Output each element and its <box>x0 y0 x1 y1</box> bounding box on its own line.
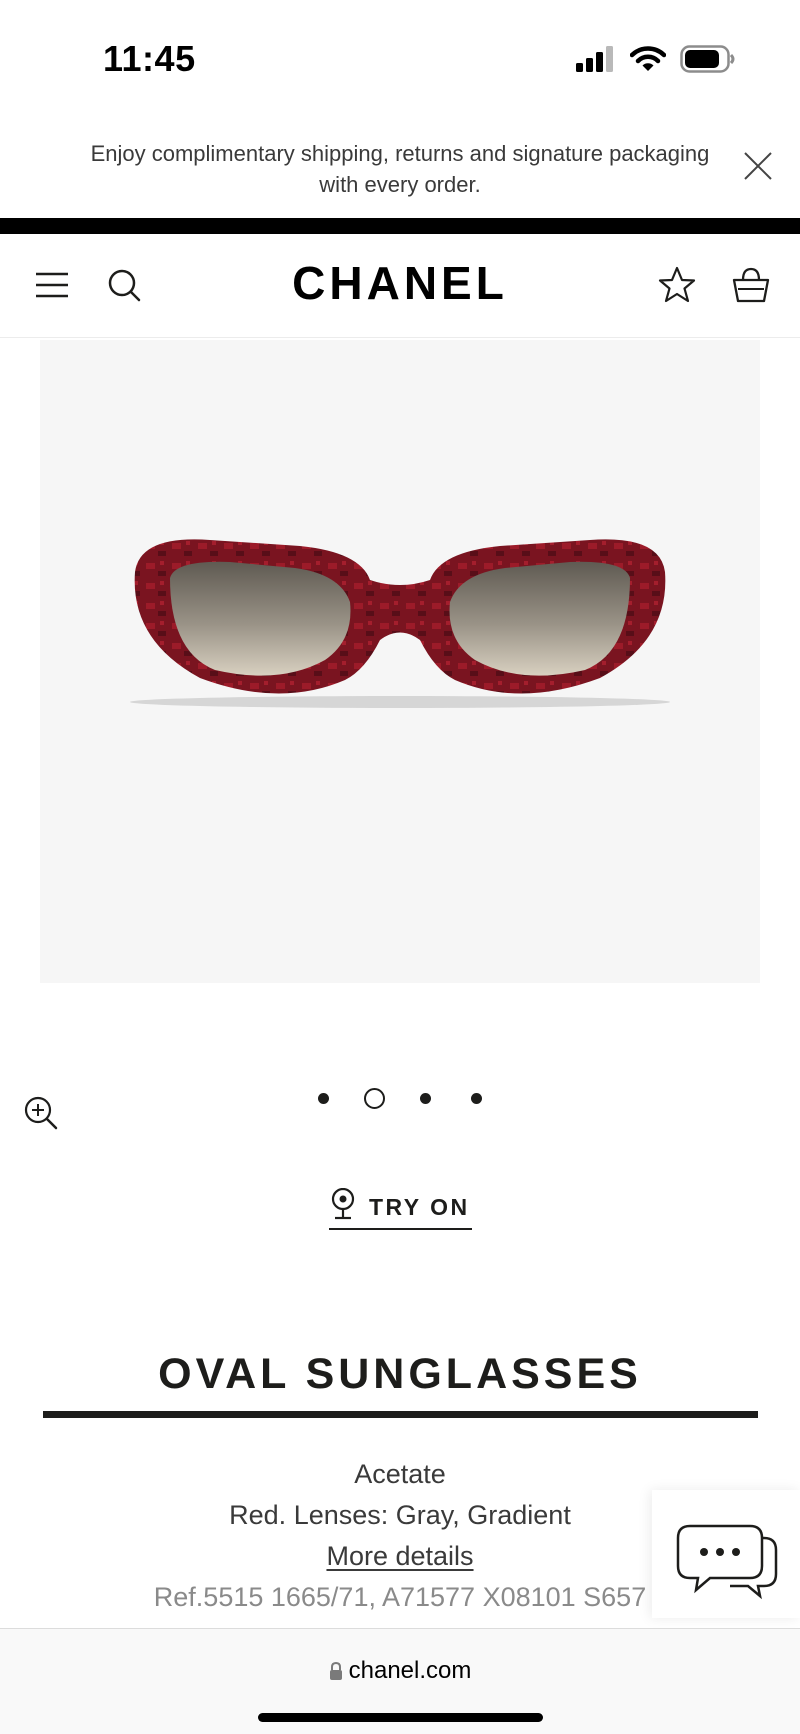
more-details-link[interactable]: More details <box>326 1541 473 1571</box>
battery-icon <box>680 45 735 73</box>
carousel-dot-2[interactable] <box>364 1088 385 1109</box>
lock-icon <box>329 1661 342 1680</box>
wishlist-star-icon[interactable] <box>656 264 698 306</box>
shopping-bag-icon[interactable] <box>730 264 772 306</box>
status-time: 11:45 <box>103 38 196 79</box>
carousel-dot-4[interactable] <box>471 1093 482 1104</box>
promo-text-line2: with every order. <box>319 172 481 197</box>
product-title: OVAL SUNGLASSES <box>158 1350 642 1398</box>
try-on-label: TRY ON <box>369 1194 470 1220</box>
close-icon[interactable] <box>740 148 776 184</box>
sunglasses-illustration <box>130 539 670 708</box>
status-icons <box>576 44 736 74</box>
cellular-signal-icon <box>576 46 613 72</box>
browser-address-bar: chanel.com <box>0 1628 800 1734</box>
title-divider <box>43 1411 758 1418</box>
chat-bubble-icon <box>676 1524 778 1600</box>
black-band-divider <box>0 218 800 234</box>
promo-banner: Enjoy complimentary shipping, returns an… <box>0 128 800 218</box>
url-field[interactable]: chanel.com <box>0 1657 800 1685</box>
carousel-pagination <box>0 1088 800 1110</box>
try-on-button[interactable]: TRY ON <box>329 1188 472 1230</box>
carousel-dot-1[interactable] <box>318 1093 329 1104</box>
home-indicator[interactable] <box>258 1713 543 1722</box>
product-material: Acetate <box>354 1459 446 1489</box>
product-image[interactable] <box>40 340 760 983</box>
carousel-dot-3[interactable] <box>420 1093 431 1104</box>
promo-text: Enjoy complimentary shipping, returns an… <box>60 138 740 200</box>
chat-button[interactable] <box>652 1490 800 1618</box>
status-bar: 11:45 <box>0 0 800 118</box>
site-header: CHANEL <box>0 234 800 338</box>
promo-text-line1: Enjoy complimentary shipping, returns an… <box>90 141 710 166</box>
wifi-icon <box>630 45 666 71</box>
virtual-try-on-icon <box>331 1188 355 1220</box>
url-text: chanel.com <box>348 1657 472 1684</box>
